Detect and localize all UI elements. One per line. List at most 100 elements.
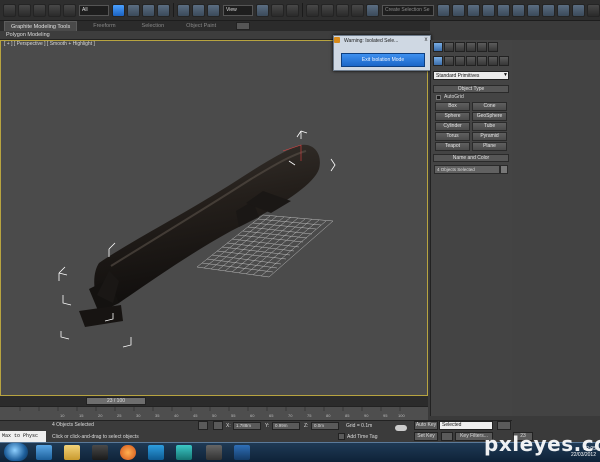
rendered-frame-icon[interactable] bbox=[557, 3, 570, 17]
cylinder-button[interactable]: Cylinder bbox=[435, 122, 470, 131]
systems-icon[interactable] bbox=[499, 56, 509, 66]
close-icon[interactable]: x bbox=[422, 37, 430, 44]
percent-snap-icon[interactable] bbox=[336, 3, 349, 17]
internet-explorer-icon[interactable] bbox=[36, 445, 52, 460]
undo-icon[interactable] bbox=[3, 3, 16, 17]
time-slider-thumb[interactable]: 23 / 100 bbox=[86, 397, 146, 405]
playback-controls[interactable] bbox=[497, 421, 511, 430]
cone-button[interactable]: Cone bbox=[472, 102, 507, 111]
taskbar-app-icon[interactable] bbox=[206, 445, 222, 460]
perspective-viewport[interactable] bbox=[0, 40, 428, 396]
key-icon[interactable] bbox=[395, 425, 407, 431]
object-type-rollout[interactable]: Object Type bbox=[433, 85, 509, 93]
bind-spacewarp-icon[interactable] bbox=[63, 3, 76, 17]
y-coordinate-field[interactable]: 0.99m bbox=[272, 422, 300, 430]
autogrid-checkbox[interactable]: AutoGrid bbox=[436, 94, 464, 100]
window-crossing-icon[interactable] bbox=[157, 3, 170, 17]
render-setup-icon[interactable] bbox=[542, 3, 555, 17]
add-time-tag[interactable]: Add Time Tag bbox=[347, 434, 377, 440]
tab-freeform[interactable]: Freeform bbox=[87, 21, 121, 31]
plane-button[interactable]: Plane bbox=[472, 142, 507, 151]
snaps-toggle-icon[interactable] bbox=[306, 3, 319, 17]
material-editor-icon[interactable] bbox=[527, 3, 540, 17]
geometry-icon[interactable] bbox=[433, 56, 443, 66]
rectangular-selection-icon[interactable] bbox=[142, 3, 155, 17]
tab-graphite-modeling-tools[interactable]: Graphite Modeling Tools bbox=[4, 21, 78, 31]
lock-selection-icon[interactable] bbox=[198, 421, 208, 430]
link-icon[interactable] bbox=[33, 3, 46, 17]
main-toolbar: All View Create Selection Se bbox=[0, 0, 600, 21]
motion-tab-icon[interactable] bbox=[466, 42, 476, 52]
render-teapot-icon[interactable] bbox=[587, 3, 600, 17]
edit-named-selection-icon[interactable] bbox=[366, 3, 379, 17]
torus-button[interactable]: Torus bbox=[435, 132, 470, 141]
z-coordinate-field[interactable]: 0.0m bbox=[311, 422, 339, 430]
tube-button[interactable]: Tube bbox=[472, 122, 507, 131]
pyramid-button[interactable]: Pyramid bbox=[472, 132, 507, 141]
display-tab-icon[interactable] bbox=[477, 42, 487, 52]
start-button[interactable] bbox=[4, 443, 28, 461]
select-object-icon[interactable] bbox=[112, 3, 125, 17]
pivot-center-icon[interactable] bbox=[256, 3, 269, 17]
graphite-toggle-icon[interactable] bbox=[482, 3, 495, 17]
viewport-label[interactable]: [ + ] [ Perspective ] [ Smooth + Highlig… bbox=[4, 41, 95, 47]
teapot-button[interactable]: Teapot bbox=[435, 142, 470, 151]
select-by-name-icon[interactable] bbox=[127, 3, 140, 17]
select-rotate-icon[interactable] bbox=[192, 3, 205, 17]
maxscript-listener[interactable]: Max to Physc bbox=[0, 431, 46, 442]
space-warps-icon[interactable] bbox=[488, 56, 498, 66]
object-color-swatch[interactable] bbox=[500, 165, 508, 174]
schematic-view-icon[interactable] bbox=[512, 3, 525, 17]
helpers-icon[interactable] bbox=[477, 56, 487, 66]
tab-object-paint[interactable]: Object Paint bbox=[180, 21, 222, 31]
name-and-color-rollout[interactable]: Name and Color bbox=[433, 154, 509, 162]
angle-snap-icon[interactable] bbox=[321, 3, 334, 17]
time-slider[interactable] bbox=[0, 396, 428, 406]
object-name-field[interactable]: 4 Objects Selected bbox=[434, 165, 500, 174]
firefox-icon[interactable] bbox=[120, 445, 136, 460]
key-selection-dropdown[interactable]: Selected bbox=[439, 421, 493, 430]
utilities-tab-icon[interactable] bbox=[488, 42, 498, 52]
spinner-snap-icon[interactable] bbox=[351, 3, 364, 17]
render-production-icon[interactable] bbox=[572, 3, 585, 17]
x-coordinate-field[interactable]: 1.788m bbox=[233, 422, 261, 430]
reference-coordinate-dropdown[interactable]: View bbox=[223, 4, 253, 16]
cameras-icon[interactable] bbox=[466, 56, 476, 66]
select-move-icon[interactable] bbox=[177, 3, 190, 17]
curve-editor-icon[interactable] bbox=[497, 3, 510, 17]
box-button[interactable]: Box bbox=[435, 102, 470, 111]
shapes-icon[interactable] bbox=[444, 56, 454, 66]
media-player-icon[interactable] bbox=[92, 445, 108, 460]
ribbon-toggle-icon[interactable] bbox=[236, 22, 251, 30]
modify-tab-icon[interactable] bbox=[444, 42, 454, 52]
hierarchy-tab-icon[interactable] bbox=[455, 42, 465, 52]
lights-icon[interactable] bbox=[455, 56, 465, 66]
dialog-title[interactable]: Warning: Isolated Sele... bbox=[336, 37, 430, 45]
add-time-tag-icon[interactable] bbox=[338, 433, 345, 440]
auto-key-button[interactable]: Auto Key bbox=[414, 421, 438, 430]
exit-isolation-mode-button[interactable]: Exit Isolation Mode bbox=[341, 53, 425, 67]
set-key-button[interactable]: Set Key bbox=[414, 432, 438, 441]
tab-selection[interactable]: Selection bbox=[136, 21, 171, 31]
named-selection-sets-dropdown[interactable]: Create Selection Se bbox=[382, 4, 434, 16]
select-manipulate-icon[interactable] bbox=[271, 3, 284, 17]
absolute-mode-icon[interactable] bbox=[213, 421, 223, 430]
key-mode-icon[interactable] bbox=[441, 432, 453, 441]
select-scale-icon[interactable] bbox=[207, 3, 220, 17]
messenger-icon[interactable] bbox=[148, 445, 164, 460]
redo-icon[interactable] bbox=[18, 3, 31, 17]
unlink-icon[interactable] bbox=[48, 3, 61, 17]
selection-filter-dropdown[interactable]: All bbox=[79, 4, 109, 16]
mirror-icon[interactable] bbox=[437, 3, 450, 17]
sphere-button[interactable]: Sphere bbox=[435, 112, 470, 121]
layer-manager-icon[interactable] bbox=[467, 3, 480, 17]
geosphere-button[interactable]: GeoSphere bbox=[472, 112, 507, 121]
3ds-max-icon[interactable] bbox=[176, 445, 192, 460]
photoshop-icon[interactable] bbox=[234, 445, 250, 460]
keyboard-shortcut-icon[interactable] bbox=[286, 3, 299, 17]
align-icon[interactable] bbox=[452, 3, 465, 17]
create-tab-icon[interactable] bbox=[433, 42, 443, 52]
explorer-folder-icon[interactable] bbox=[64, 445, 80, 460]
primitive-type-dropdown[interactable]: Standard Primitives bbox=[433, 71, 509, 80]
ribbon-panel-label[interactable]: Polygon Modeling bbox=[6, 32, 50, 38]
